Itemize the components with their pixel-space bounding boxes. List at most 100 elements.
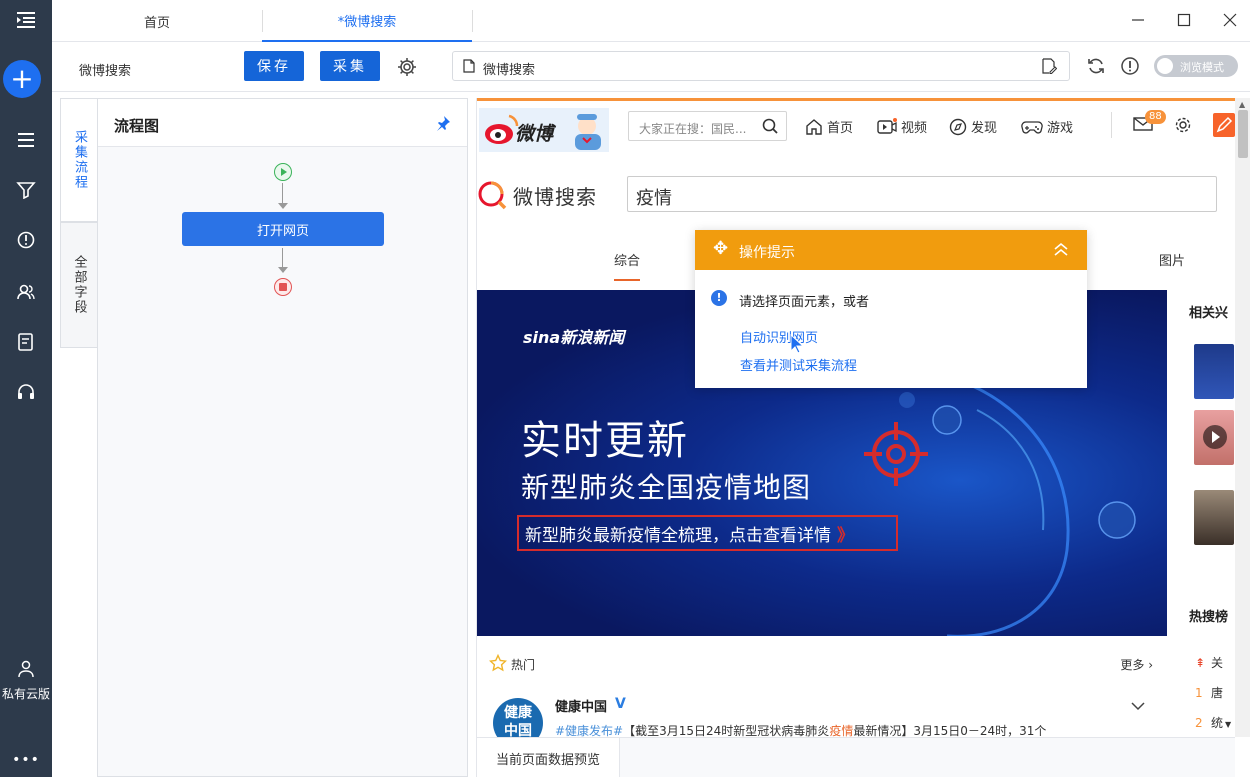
- nav-games-label: 游戏: [1047, 121, 1074, 136]
- hot-search-item[interactable]: ⇞ 关: [1195, 654, 1223, 671]
- close-button[interactable]: [1216, 8, 1244, 32]
- users-icon[interactable]: [0, 272, 52, 312]
- tab-all-fields[interactable]: 全部字段: [60, 222, 98, 348]
- banner-subheadline: 新型肺炎全国疫情地图: [521, 471, 812, 504]
- banner-headline: 实时更新: [521, 418, 689, 464]
- post-author[interactable]: 健康中国: [555, 696, 607, 715]
- nav-discover[interactable]: 发现: [949, 117, 997, 136]
- flow-arrow: [278, 267, 288, 273]
- tab-data-preview[interactable]: 当前页面数据预览: [477, 738, 620, 777]
- url-bar[interactable]: 微博搜索: [452, 51, 1070, 81]
- save-button[interactable]: 保存: [244, 51, 304, 81]
- weibo-search-logo-text: 微博搜索: [513, 184, 597, 209]
- banner-cta-chevrons: 》: [837, 525, 854, 546]
- browse-mode-label: 浏览模式: [1180, 61, 1224, 74]
- nav-home[interactable]: 首页: [805, 117, 853, 136]
- info-alert-icon[interactable]: [1120, 56, 1142, 78]
- tab-images[interactable]: 图片: [1159, 250, 1185, 269]
- chevron-down-icon[interactable]: [1131, 700, 1145, 715]
- weibo-search-q-icon: [478, 181, 507, 210]
- start-node[interactable]: [274, 163, 292, 181]
- browser-scrollbar[interactable]: ▲: [1235, 98, 1250, 737]
- headset-icon[interactable]: [0, 372, 52, 412]
- hot-feed-header: 热门 更多 ›: [488, 653, 1153, 674]
- search-icon[interactable]: [762, 118, 778, 138]
- refresh-icon[interactable]: [1086, 56, 1108, 78]
- menu-collapse-icon[interactable]: [0, 0, 52, 40]
- query-input[interactable]: 疫情: [627, 176, 1217, 212]
- banner-cta[interactable]: 新型肺炎最新疫情全梳理，点击查看详情 》: [517, 515, 898, 551]
- related-heading: 相关兴: [1189, 306, 1229, 321]
- compose-icon[interactable]: [1213, 113, 1235, 137]
- nav-games[interactable]: 游戏: [1021, 117, 1073, 136]
- tab-comprehensive[interactable]: 综合: [614, 250, 641, 281]
- nav-discover-label: 发现: [971, 121, 998, 136]
- hint-question: 请选择页面元素，或者: [739, 295, 870, 310]
- nav-video[interactable]: 视频: [877, 117, 927, 136]
- flow-arrow: [278, 203, 288, 209]
- gamepad-icon: [1021, 120, 1043, 134]
- query-value: 疫情: [636, 188, 672, 209]
- left-rail: + 私有云版 •••: [0, 0, 52, 777]
- flowchart-header: 流程图: [98, 99, 467, 147]
- open-webpage-node[interactable]: 打开网页: [182, 212, 384, 246]
- tab-divider: [472, 10, 473, 32]
- nav-home-label: 首页: [827, 121, 854, 136]
- clock-alert-icon[interactable]: [0, 220, 52, 260]
- move-icon[interactable]: ✥: [713, 240, 728, 258]
- tab-weibo-search[interactable]: *微博搜索: [262, 0, 472, 42]
- related-video-thumbnail[interactable]: [1194, 410, 1234, 465]
- tab-collection-flow[interactable]: 采集流程: [60, 98, 98, 222]
- top-accent-bar: [477, 98, 1235, 101]
- list-icon[interactable]: [0, 120, 52, 160]
- account-label: 私有云版: [1, 687, 50, 701]
- hot-label: 热门: [511, 658, 536, 672]
- post-keyword-highlight: 疫情: [829, 724, 854, 738]
- funnel-icon[interactable]: [0, 170, 52, 210]
- hint-header[interactable]: ✥ 操作提示: [695, 230, 1087, 270]
- crosshair-icon: [864, 422, 928, 486]
- more-link[interactable]: 更多 ›: [1120, 656, 1153, 673]
- hot-pin-icon: ⇞: [1195, 656, 1206, 670]
- weibo-search-logo[interactable]: 微博搜索: [477, 180, 597, 210]
- tab-home[interactable]: 首页: [52, 0, 262, 42]
- related-thumbnail[interactable]: [1194, 490, 1234, 545]
- report-icon[interactable]: [0, 322, 52, 362]
- weibo-search-input[interactable]: 大家正在搜：国民...: [628, 111, 787, 141]
- home-icon: [806, 118, 822, 135]
- edit-url-icon[interactable]: [1041, 58, 1058, 78]
- auto-detect-link[interactable]: 自动识别网页: [740, 327, 818, 346]
- user-icon: [0, 660, 52, 681]
- more-icon[interactable]: •••: [0, 752, 52, 768]
- collapse-chevron-icon[interactable]: [1053, 241, 1069, 261]
- post-hashtag[interactable]: #健康发布#: [555, 724, 623, 738]
- hot-search-item[interactable]: 1唐: [1195, 684, 1223, 701]
- nav-video-label: 视频: [901, 121, 928, 136]
- scrollbar-thumb[interactable]: [1238, 110, 1248, 158]
- account-area[interactable]: 私有云版: [0, 660, 52, 702]
- related-thumbnail[interactable]: [1194, 344, 1234, 399]
- operation-hint-panel: ✥ 操作提示 ! 请选择页面元素，或者 自动识别网页 查看并测试采集流程: [695, 230, 1087, 388]
- nav-divider: [1111, 112, 1112, 138]
- caret-down-icon[interactable]: ▼: [1225, 720, 1231, 729]
- end-node[interactable]: [274, 278, 292, 296]
- compass-icon: [949, 118, 967, 135]
- new-task-button[interactable]: +: [3, 60, 41, 98]
- weibo-settings-icon[interactable]: [1173, 115, 1193, 139]
- flowchart-title: 流程图: [114, 117, 160, 135]
- post-text-start: 【截至3月15日24时新型冠状病毒肺炎: [623, 724, 830, 738]
- weibo-logo[interactable]: 微博: [479, 108, 609, 152]
- flow-connector: [282, 183, 283, 203]
- mail-count-badge: 88: [1145, 110, 1166, 124]
- maximize-button[interactable]: [1170, 8, 1198, 32]
- settings-gear-icon[interactable]: [396, 56, 418, 78]
- embedded-browser: 微博 大家正在搜：国民... 首页 视频 发现 游戏 88 ▲ 微博搜索 疫情 …: [476, 98, 1250, 777]
- browse-mode-toggle[interactable]: 浏览模式: [1154, 55, 1238, 77]
- collect-button[interactable]: 采集: [320, 51, 380, 81]
- minimize-button[interactable]: [1124, 8, 1152, 32]
- document-icon: [463, 59, 475, 77]
- banner-cta-text: 新型肺炎最新疫情全梳理，点击查看详情: [525, 525, 831, 546]
- scroll-up-arrow[interactable]: ▲: [1239, 100, 1245, 109]
- hot-search-item[interactable]: 2 统 ▼: [1195, 714, 1231, 731]
- pin-icon[interactable]: [435, 115, 451, 135]
